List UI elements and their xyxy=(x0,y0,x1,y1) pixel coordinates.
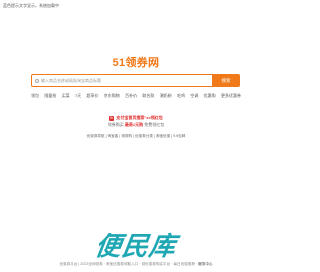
category-link[interactable]: 限量抢 xyxy=(44,93,56,99)
category-nav: 领包 限量抢 买菜 7天 超享价 京东购物 百补价 联名款 潮奶粉 吃鸡 空调 … xyxy=(31,93,241,99)
category-link[interactable]: 空调 xyxy=(190,93,198,99)
top-notice: 蓝色提示文字显示，系统加载中 xyxy=(3,3,59,8)
category-link[interactable]: 更多优惠券 xyxy=(221,93,241,99)
promo-line-1[interactable]: tb 支付宝首页搜索"xx领红包 xyxy=(0,114,272,121)
category-link[interactable]: 7天 xyxy=(75,93,81,99)
quick-links[interactable]: 优惠券导航 | 淘宝客 | 领券购 | 优惠券分类 | 淘宝优惠 | 9.9包邮 xyxy=(0,134,272,139)
category-link[interactable]: 吃鸡 xyxy=(177,93,185,99)
taobao-tag-icon: tb xyxy=(109,116,115,121)
promo-line-2[interactable]: 领券购买 最高1元购 免费领红包 xyxy=(0,121,272,128)
site-logo[interactable]: 51领券网 xyxy=(0,54,272,70)
promo-highlight: 最高1元购 xyxy=(124,122,144,127)
footer: 优惠券平台 | 2023全网领券 · 淘宝优惠券领取入口 · 领优惠券购买平台 … xyxy=(0,262,272,267)
footer-text: 优惠券平台 | 2023全网领券 · 淘宝优惠券领取入口 · 领优惠券购买平台 … xyxy=(59,262,199,266)
category-link[interactable]: 优惠购 xyxy=(204,93,216,99)
brand-logo: 便民库 xyxy=(93,231,179,261)
search-placeholder: 输入商品名称或粘贴淘宝商品标题 xyxy=(41,77,101,83)
category-link[interactable]: 百补价 xyxy=(125,93,137,99)
promo-headline: 支付宝首页搜索"xx领红包 xyxy=(116,115,163,120)
category-link[interactable]: 买菜 xyxy=(62,93,70,99)
service-center-link[interactable]: 服务中心 xyxy=(198,262,212,266)
category-link[interactable]: 京东购物 xyxy=(104,93,120,99)
category-link[interactable]: 超享价 xyxy=(86,93,98,99)
category-link[interactable]: 联名款 xyxy=(142,93,154,99)
category-link[interactable]: 潮奶粉 xyxy=(160,93,172,99)
promo-block: tb 支付宝首页搜索"xx领红包 领券购买 最高1元购 免费领红包 xyxy=(0,114,272,128)
search-button[interactable]: 搜索 xyxy=(212,74,240,87)
promo-prefix: 领券购买 xyxy=(107,122,124,127)
category-link[interactable]: 领包 xyxy=(31,93,39,99)
search-icon xyxy=(35,78,39,83)
search-input[interactable]: 输入商品名称或粘贴淘宝商品标题 xyxy=(31,74,212,87)
promo-suffix: 免费领红包 xyxy=(144,122,165,127)
search-bar: 输入商品名称或粘贴淘宝商品标题 搜索 xyxy=(31,74,240,87)
